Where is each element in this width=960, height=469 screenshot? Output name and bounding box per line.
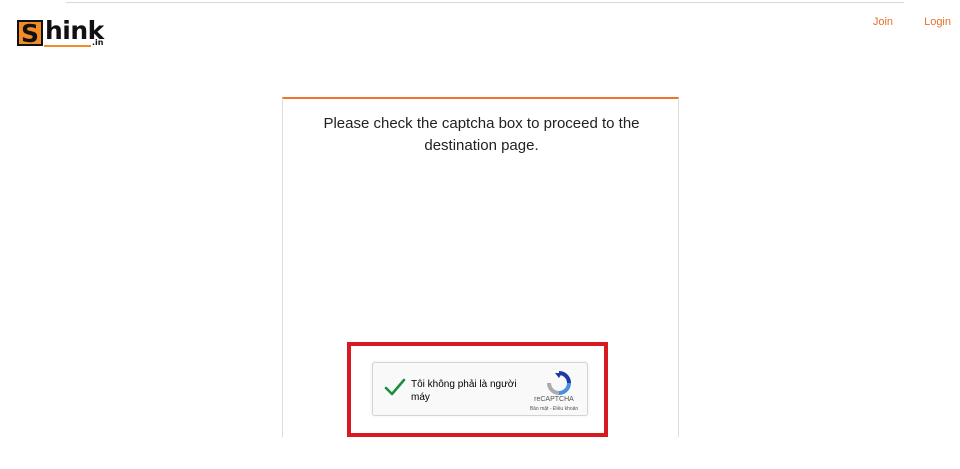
recaptcha-label[interactable]: Tôi không phải là người máy <box>411 378 521 404</box>
recaptcha-links: Bảo mật - Điều khoản <box>523 406 585 412</box>
join-link[interactable]: Join <box>873 16 893 28</box>
recaptcha-logo-icon <box>547 371 571 395</box>
captcha-instruction: Please check the captcha box to proceed … <box>323 115 640 154</box>
login-link[interactable]: Login <box>924 16 951 28</box>
recaptcha-widget[interactable]: Tôi không phải là người máy reCAPTCHA Bả… <box>372 362 588 416</box>
site-logo[interactable]: S hink .in <box>17 16 107 50</box>
checkmark-icon[interactable] <box>384 376 406 398</box>
terms-link[interactable]: Điều khoản <box>553 406 578 412</box>
top-divider <box>66 2 904 3</box>
top-nav: Join Login <box>845 16 951 28</box>
privacy-link[interactable]: Bảo mật <box>530 406 549 412</box>
recaptcha-brand: reCAPTCHA <box>534 396 574 403</box>
logo-suffix: .in <box>92 38 104 47</box>
logo-underline <box>44 45 91 47</box>
logo-s-box: S <box>17 19 43 48</box>
